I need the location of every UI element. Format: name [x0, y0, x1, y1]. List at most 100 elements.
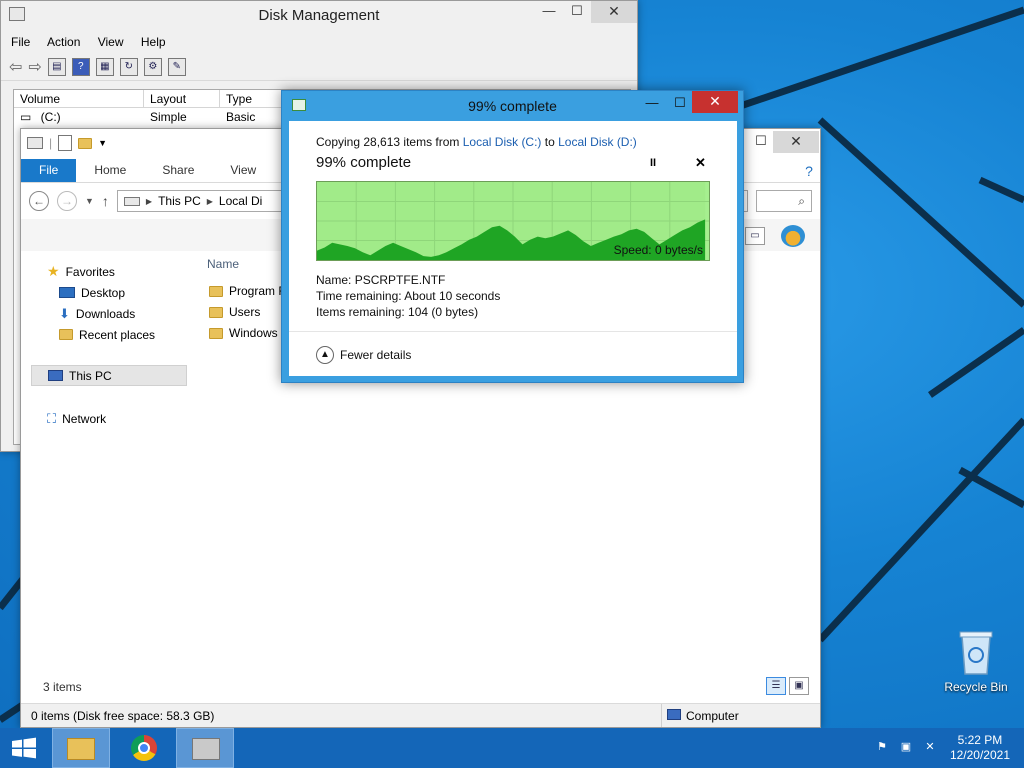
speaker-muted-icon[interactable]: ✕ — [922, 740, 938, 756]
maximize-button[interactable]: ☐ — [563, 1, 591, 23]
copy-dialog-body: Copying 28,613 items from Local Disk (C:… — [289, 121, 737, 376]
tab-share[interactable]: Share — [144, 159, 212, 182]
column-layout[interactable]: Layout — [144, 90, 220, 107]
network-icon[interactable]: ▣ — [898, 740, 914, 756]
back-button[interactable]: ← — [29, 191, 49, 211]
nav-desktop[interactable]: Desktop — [59, 282, 125, 303]
fewer-details-button[interactable]: ▲ Fewer details — [316, 346, 411, 364]
nav-this-pc[interactable]: This PC — [31, 365, 187, 386]
menu-action[interactable]: Action — [47, 35, 80, 49]
start-button[interactable] — [0, 728, 48, 768]
new-folder-icon[interactable] — [78, 137, 93, 149]
menu-file[interactable]: File — [11, 35, 30, 49]
column-volume[interactable]: Volume — [14, 90, 144, 107]
type-cell: Basic — [226, 110, 256, 124]
settings-icon[interactable]: ✎ — [167, 57, 186, 76]
close-button[interactable]: ✕ — [692, 91, 738, 113]
tab-view[interactable]: View — [212, 159, 274, 182]
up-arrow-icon[interactable]: ↑ — [102, 193, 109, 209]
help-icon[interactable]: ? — [71, 57, 90, 76]
back-arrow-icon[interactable]: ⇦ — [9, 57, 22, 77]
console-tree-icon[interactable]: ▤ — [47, 57, 66, 76]
time-remaining: About 10 seconds — [404, 289, 501, 303]
network-icon: ⛶ — [47, 410, 57, 426]
help-icon[interactable]: ? — [798, 159, 820, 182]
drive-icon — [123, 196, 140, 206]
folder-icon — [67, 738, 95, 760]
cancel-button[interactable]: ✕ — [695, 155, 706, 171]
folder-icon — [209, 306, 223, 318]
disk-management-titlebar[interactable]: Disk Management — ☐ ✕ — [1, 1, 637, 31]
name-row: Name: PSCRPTFE.NTF — [316, 273, 446, 287]
help-globe-icon[interactable] — [781, 225, 805, 247]
forward-arrow-icon[interactable]: ⇨ — [28, 57, 41, 77]
menu-view[interactable]: View — [98, 35, 124, 49]
properties-icon[interactable]: ▦ — [95, 57, 114, 76]
taskbar: ⚑ ▣ ✕ 5:22 PM 12/20/2021 — [0, 728, 1024, 768]
recycle-bin-shortcut[interactable]: Recycle Bin — [940, 628, 1012, 694]
list-item[interactable]: Windows — [209, 326, 278, 340]
minimize-button[interactable]: — — [535, 1, 563, 23]
menu-help[interactable]: Help — [141, 35, 166, 49]
folder-icon — [209, 327, 223, 339]
list-item[interactable]: Users — [209, 305, 260, 319]
taskbar-chrome[interactable] — [116, 728, 174, 768]
taskbar-disk-management[interactable] — [176, 728, 234, 768]
copy-progress-dialog[interactable]: 99% complete — ☐ ✕ Copying 28,613 items … — [281, 90, 744, 383]
tab-file[interactable]: File — [21, 159, 77, 182]
close-button[interactable]: ✕ — [773, 131, 819, 153]
time-row: Time remaining: About 10 seconds — [316, 289, 501, 303]
nav-network[interactable]: ⛶ Network — [47, 408, 106, 429]
close-button[interactable]: ✕ — [591, 1, 637, 23]
preview-pane-icon[interactable]: ▭ — [745, 227, 765, 245]
nav-recent-places[interactable]: Recent places — [59, 324, 155, 345]
source-link[interactable]: Local Disk (C:) — [463, 135, 542, 149]
details-view-icon[interactable]: ☰ — [766, 677, 786, 695]
copy-dialog-titlebar[interactable]: 99% complete — ☐ ✕ — [282, 91, 743, 121]
search-input[interactable]: ⌕ — [756, 190, 812, 212]
tab-home[interactable]: Home — [76, 159, 144, 182]
taskbar-file-explorer[interactable] — [52, 728, 110, 768]
breadcrumb-separator-icon: ▶ — [206, 196, 213, 206]
refresh-icon[interactable]: ↻ — [119, 57, 138, 76]
recycle-bin-label: Recycle Bin — [944, 680, 1008, 694]
column-name[interactable]: Name — [207, 257, 239, 271]
rescan-icon[interactable]: ⚙ — [143, 57, 162, 76]
maximize-button[interactable]: ☐ — [666, 93, 694, 115]
chevron-up-icon: ▲ — [316, 346, 334, 364]
computer-icon — [48, 370, 63, 381]
disk-management-icon — [192, 738, 220, 760]
minimize-button[interactable]: — — [638, 93, 666, 115]
chevron-down-icon[interactable]: ▼ — [98, 138, 107, 148]
copy-summary: Copying 28,613 items from Local Disk (C:… — [316, 135, 637, 149]
nav-downloads[interactable]: ⬇ Downloads — [59, 303, 135, 324]
forward-button[interactable]: → — [57, 191, 77, 211]
items-remaining: 104 (0 bytes) — [408, 305, 479, 319]
search-icon[interactable]: ⌕ — [798, 194, 805, 209]
maximize-button[interactable]: ☐ — [747, 131, 775, 153]
star-icon: ★ — [47, 263, 60, 279]
column-type[interactable]: Type — [220, 90, 284, 107]
transfer-rate-graph: Speed: 0 bytes/s — [316, 181, 710, 261]
progress-heading: 99% complete — [316, 154, 412, 171]
clock[interactable]: 5:22 PM 12/20/2021 — [950, 733, 1010, 763]
zone-label: Computer — [686, 709, 739, 723]
drive-icon — [27, 137, 43, 149]
breadcrumb-local-disk[interactable]: Local Di — [219, 194, 262, 208]
nav-favorites[interactable]: ★ Favorites — [47, 261, 115, 282]
breadcrumb-this-pc[interactable]: This PC — [158, 194, 201, 208]
list-item[interactable]: Program F — [209, 284, 286, 298]
menu-bar: File Action View Help — [1, 31, 637, 53]
properties-icon[interactable] — [58, 135, 73, 151]
action-center-icon[interactable]: ⚑ — [874, 740, 890, 756]
volume-cell: ▭ (C:) — [20, 110, 61, 124]
desktop-icon — [59, 287, 75, 298]
destination-link[interactable]: Local Disk (D:) — [558, 135, 637, 149]
recent-locations-icon[interactable]: ▼ — [85, 196, 94, 206]
navigation-pane: ★ Favorites Desktop ⬇ Downloads Recent p… — [21, 251, 191, 671]
quick-access-toolbar: | ▼ — [27, 135, 107, 151]
breadcrumb-separator-icon: ▶ — [145, 196, 153, 206]
large-icons-view-icon[interactable]: ▣ — [789, 677, 809, 695]
divider — [289, 331, 737, 332]
pause-button[interactable]: II — [650, 157, 656, 169]
